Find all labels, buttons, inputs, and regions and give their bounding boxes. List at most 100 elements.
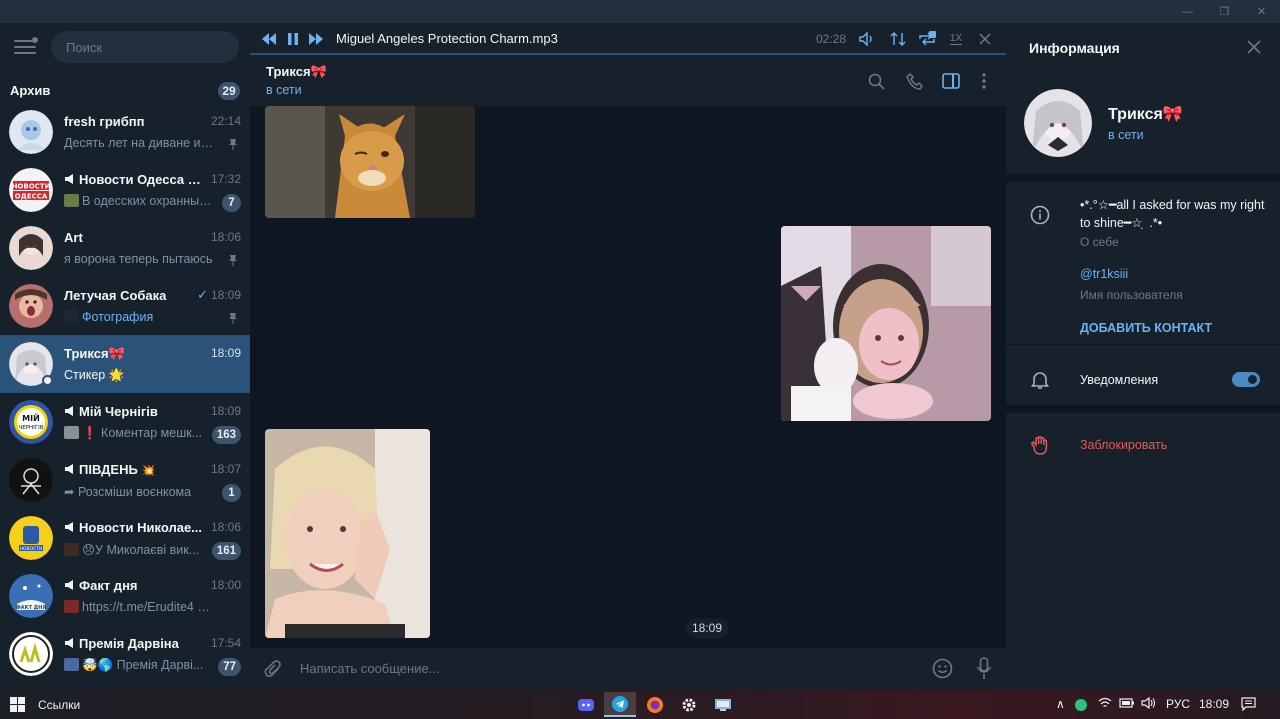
chat-item-news-nikolaev[interactable]: НОВОСТИ Новости Николае... 18:06 😞У Мико… bbox=[0, 509, 250, 567]
unread-badge: 161 bbox=[211, 542, 241, 560]
avatar bbox=[9, 632, 53, 676]
pin-icon bbox=[229, 255, 237, 266]
chat-time: 18:06 bbox=[210, 230, 241, 244]
svg-text:ЧЕРНІГІВ: ЧЕРНІГІВ bbox=[18, 425, 43, 431]
chat-list-panel: Поиск Архив 29 fresh грибпп 22:14 Десять… bbox=[0, 23, 250, 690]
unread-badge: 1 bbox=[222, 484, 241, 502]
clock[interactable]: 18:09 bbox=[1199, 697, 1229, 711]
message-composer: Написать сообщение... bbox=[250, 648, 1006, 690]
remote-desktop-icon[interactable] bbox=[707, 692, 739, 717]
telegram-icon[interactable] bbox=[604, 692, 636, 717]
pause-icon[interactable] bbox=[284, 30, 302, 48]
avatar: ФАКТ ДНЯ bbox=[9, 574, 53, 618]
bell-icon bbox=[1030, 372, 1050, 389]
chat-item-pivden[interactable]: ПІВДЕНЬ 💥 18:07 ➦ Розсміши воєнкома 1 bbox=[0, 451, 250, 509]
archive-row[interactable]: Архив 29 bbox=[0, 78, 250, 103]
avatar bbox=[9, 110, 53, 154]
previous-track-icon[interactable] bbox=[260, 30, 278, 48]
chat-item-news-odessa[interactable]: НОВОСТИ ОДЕССА Новости Одесса | ... 17:32… bbox=[0, 161, 250, 219]
playback-speed-button[interactable]: 1X bbox=[946, 30, 966, 48]
info-panel: Информация Трикся🎀 в сети •*.°☆━all I as… bbox=[1006, 23, 1280, 690]
svg-text:МІЙ: МІЙ bbox=[22, 412, 40, 423]
chat-item-fresh[interactable]: fresh грибпп 22:14 Десять лет на диване … bbox=[0, 103, 250, 161]
wifi-icon[interactable] bbox=[1098, 697, 1112, 712]
attach-icon[interactable] bbox=[264, 660, 282, 685]
search-icon[interactable] bbox=[866, 71, 886, 91]
unread-badge: 77 bbox=[218, 658, 241, 676]
profile-username[interactable]: @tr1ksiii bbox=[1080, 267, 1128, 281]
emoji-icon[interactable] bbox=[932, 658, 953, 684]
add-contact-button[interactable]: ДОБАВИТЬ КОНТАКТ bbox=[1080, 321, 1212, 335]
chat-time: 18:09 bbox=[210, 346, 241, 360]
info-title: Информация bbox=[1029, 40, 1120, 56]
message-input[interactable]: Написать сообщение... bbox=[300, 661, 440, 676]
chat-name: ПІВДЕНЬ 💥 bbox=[64, 462, 204, 477]
close-player-icon[interactable] bbox=[976, 30, 994, 48]
settings-gear-icon[interactable] bbox=[673, 692, 705, 717]
menu-icon[interactable] bbox=[14, 37, 38, 56]
chat-time: 18:07 bbox=[210, 462, 241, 476]
volume-icon[interactable] bbox=[858, 30, 876, 48]
phone-icon[interactable] bbox=[904, 71, 924, 91]
repeat-icon[interactable] bbox=[918, 30, 936, 48]
chat-item-fact-of-day[interactable]: ФАКТ ДНЯ Факт дня 18:00 https://t.me/Eru… bbox=[0, 567, 250, 625]
chat-item-triksya[interactable]: Трикся🎀 18:09 Стикер 🌟 bbox=[0, 335, 250, 393]
avatar: НОВОСТИ ОДЕССА bbox=[9, 168, 53, 212]
battery-icon[interactable] bbox=[1119, 697, 1135, 711]
selfie-photo-1[interactable] bbox=[781, 226, 991, 421]
more-options-icon[interactable] bbox=[974, 71, 994, 91]
maximize-button[interactable]: ❐ bbox=[1206, 0, 1243, 23]
firefox-icon[interactable] bbox=[639, 692, 671, 717]
channel-icon bbox=[65, 406, 73, 416]
speaker-icon[interactable] bbox=[1141, 696, 1156, 712]
online-indicator bbox=[42, 375, 53, 386]
chat-name: Трикся🎀 bbox=[64, 346, 125, 361]
chat-preview: 😞У Миколаєві вик... bbox=[64, 542, 214, 557]
track-title[interactable]: Miguel Angeles Protection Charm.mp3 bbox=[336, 31, 558, 46]
chat-item-flying-dog[interactable]: Летучая Собака ✓ 18:09 Фотография bbox=[0, 277, 250, 335]
language-indicator[interactable]: РУС bbox=[1166, 697, 1190, 711]
chat-name: Премія Дарвіна bbox=[64, 636, 204, 651]
next-track-icon[interactable] bbox=[307, 30, 325, 48]
chat-preview: я ворона теперь пытаюсь bbox=[64, 252, 213, 266]
chat-name: fresh грибпп bbox=[64, 114, 145, 129]
chat-item-chernihiv[interactable]: МІЙ ЧЕРНІГІВ Мій Чернігів 18:09 ❗ Комента… bbox=[0, 393, 250, 451]
search-input[interactable]: Поиск bbox=[51, 31, 239, 63]
audio-player-bar: Miguel Angeles Protection Charm.mp3 02:2… bbox=[250, 23, 1006, 55]
windows-start-icon[interactable] bbox=[10, 697, 25, 712]
pin-icon bbox=[229, 313, 237, 324]
order-icon[interactable] bbox=[889, 30, 907, 48]
microphone-icon[interactable] bbox=[976, 657, 992, 685]
chat-time: 17:54 bbox=[210, 636, 241, 650]
chat-item-darwin-award[interactable]: Премія Дарвіна 17:54 🤯🌎 Премія Дарві... … bbox=[0, 625, 250, 683]
channel-icon bbox=[65, 580, 73, 590]
chat-preview: Стикер 🌟 bbox=[64, 368, 125, 382]
links-toolbar[interactable]: Ссылки bbox=[38, 698, 80, 712]
svg-text:ФАКТ ДНЯ: ФАКТ ДНЯ bbox=[16, 605, 47, 611]
block-button[interactable]: Заблокировать bbox=[1080, 438, 1167, 452]
chat-item-art[interactable]: Art 18:06 я ворона теперь пытаюсь bbox=[0, 219, 250, 277]
cat-photo[interactable] bbox=[265, 106, 475, 218]
read-check-icon: ✓ bbox=[197, 287, 208, 302]
svg-text:ОДЕССА: ОДЕССА bbox=[15, 193, 48, 201]
notifications-icon[interactable] bbox=[1241, 697, 1256, 714]
profile-avatar[interactable] bbox=[1024, 89, 1092, 157]
tray-status-icon[interactable] bbox=[1075, 699, 1087, 711]
chat-preview: Фотография bbox=[64, 310, 214, 324]
close-icon[interactable] bbox=[1246, 39, 1262, 55]
chat-name: Факт дня bbox=[64, 578, 204, 593]
selfie-photo-2[interactable] bbox=[265, 429, 430, 638]
chat-preview: ➦ Розсміши воєнкома bbox=[64, 485, 192, 499]
bio-label: О себе bbox=[1080, 235, 1119, 249]
close-window-button[interactable]: ✕ bbox=[1243, 0, 1280, 23]
discord-icon[interactable] bbox=[570, 692, 602, 717]
tray-chevron-icon[interactable]: ∧ bbox=[1056, 697, 1065, 711]
chat-title[interactable]: Трикся🎀 bbox=[266, 64, 327, 80]
notifications-toggle[interactable] bbox=[1232, 372, 1260, 387]
sidebar-toggle-icon[interactable] bbox=[941, 71, 961, 91]
chat-time: 18:00 bbox=[210, 578, 241, 592]
chat-name: Мій Чернігів bbox=[64, 404, 204, 419]
profile-name: Трикся🎀 bbox=[1108, 106, 1183, 123]
minimize-button[interactable]: — bbox=[1169, 0, 1206, 23]
profile-status: в сети bbox=[1108, 128, 1144, 142]
